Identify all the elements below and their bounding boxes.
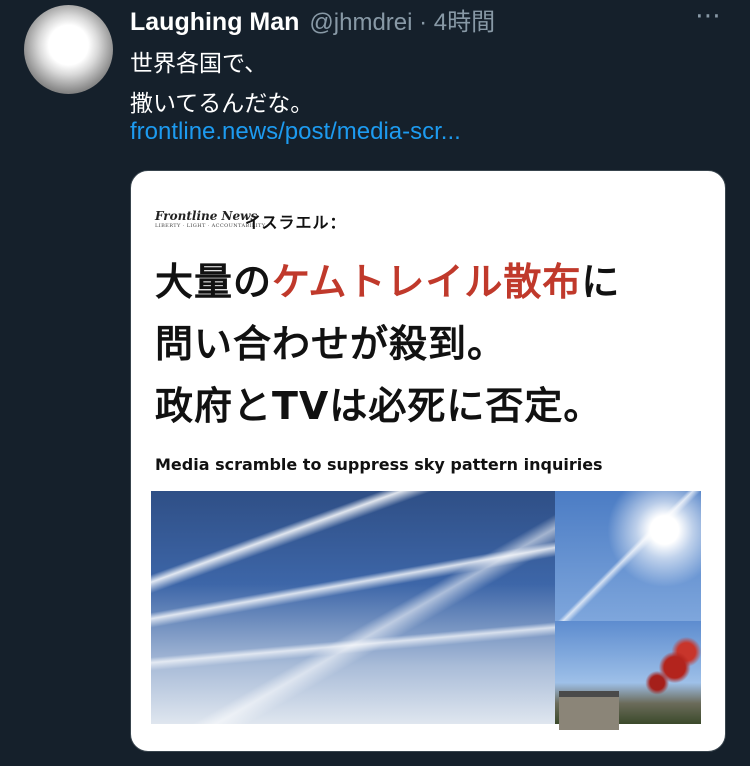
headline-line-1: 大量のケムトレイル散布に bbox=[155, 251, 715, 313]
headline-line-3: 政府とTVは必死に否定。 bbox=[155, 384, 603, 428]
tweet-link[interactable]: frontline.news/post/media-scr... bbox=[130, 118, 461, 146]
tweet-text: 世界各国で、 撒いてるんだな。 bbox=[130, 44, 710, 124]
author-name[interactable]: Laughing Man bbox=[130, 8, 299, 37]
link-preview-card[interactable]: Frontline News LIBERTY · LIGHT · ACCOUNT… bbox=[130, 170, 726, 752]
sky-photo-main bbox=[151, 491, 555, 724]
tweet-text-line-1: 世界各国で、 bbox=[130, 51, 268, 77]
headline-red: ケムトレイル散布 bbox=[272, 260, 582, 304]
house-shape bbox=[559, 691, 619, 730]
tweet-header: Laughing Man @jhmdrei · 4時間 bbox=[130, 2, 495, 36]
sky-photo-top bbox=[555, 491, 701, 621]
headline-part-1: 大量の bbox=[155, 260, 273, 304]
more-options-icon[interactable]: ⋯ bbox=[695, 3, 722, 29]
card-subline: Media scramble to suppress sky pattern i… bbox=[155, 455, 603, 474]
headline-part-2: に bbox=[581, 260, 621, 304]
author-handle-time[interactable]: @jhmdrei · 4時間 bbox=[309, 2, 495, 37]
headline-line-2: 問い合わせが殺到。 bbox=[155, 322, 507, 366]
avatar[interactable] bbox=[24, 5, 113, 94]
card-headline: 大量のケムトレイル散布に 問い合わせが殺到。 政府とTVは必死に否定。 bbox=[155, 251, 715, 437]
card-tag: イスラエル： bbox=[245, 213, 347, 232]
brand-name: Frontline News bbox=[155, 209, 258, 223]
